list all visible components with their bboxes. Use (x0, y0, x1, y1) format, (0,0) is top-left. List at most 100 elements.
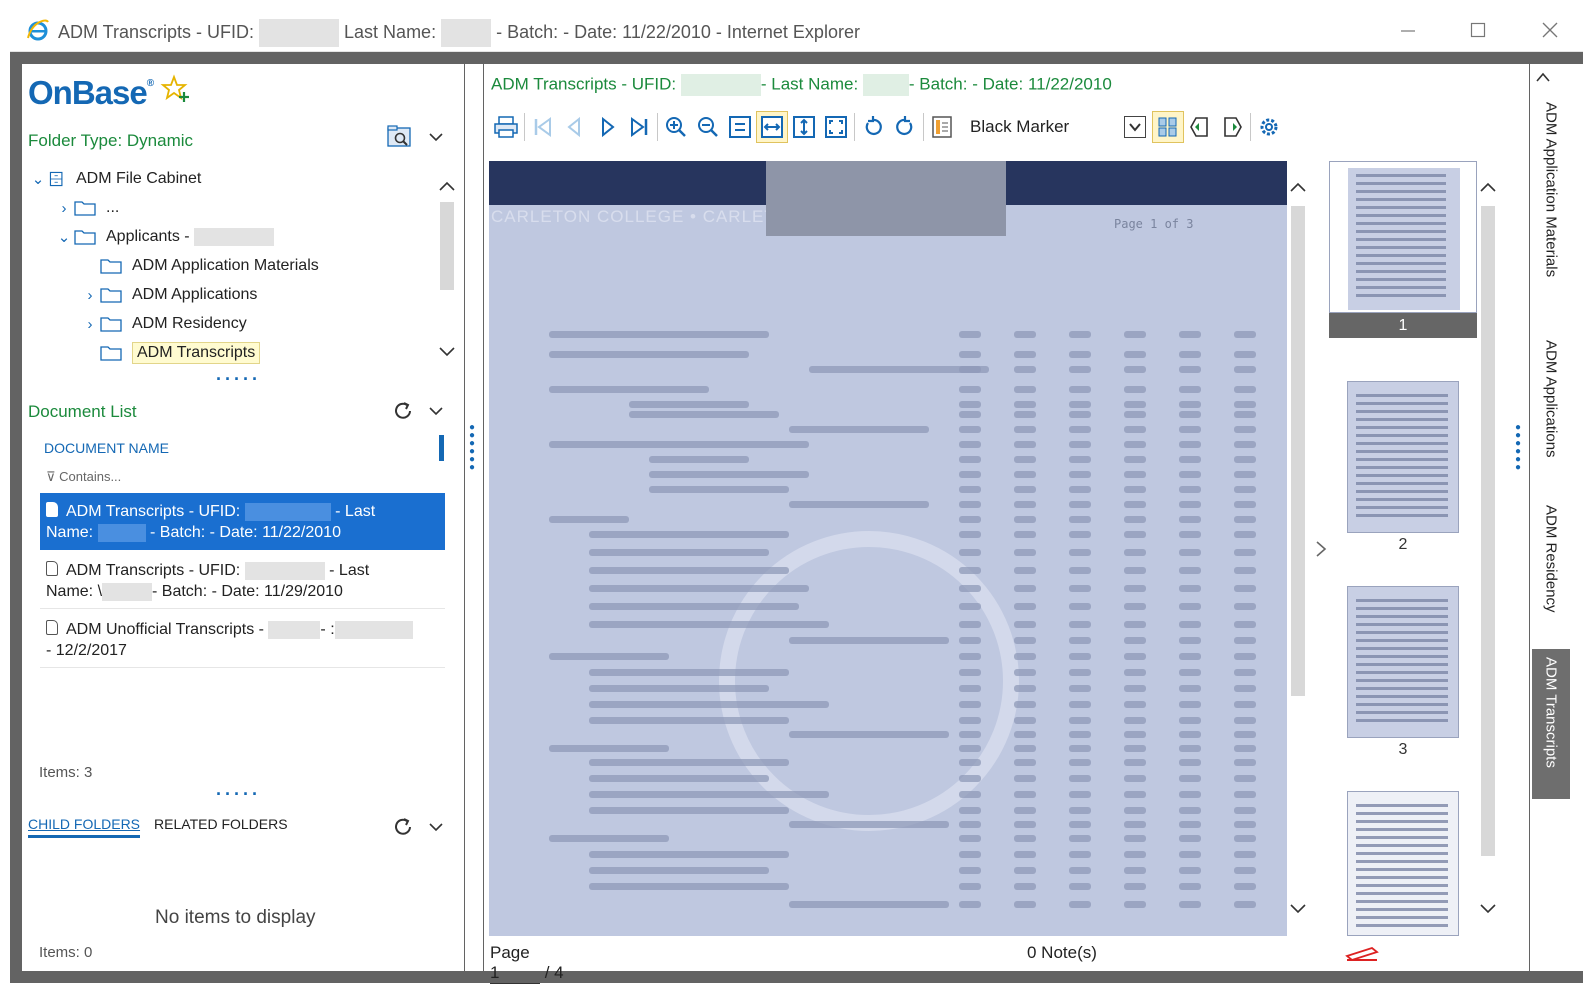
thumbnail-line (1356, 174, 1446, 177)
fit-width-button[interactable] (756, 111, 788, 143)
chevron-down-icon[interactable] (1287, 901, 1309, 917)
gear-icon (1260, 118, 1278, 136)
thumbnail-line (1356, 418, 1448, 421)
maximize-button[interactable] (1455, 14, 1501, 46)
chevron-down-icon[interactable] (436, 344, 458, 360)
panel-resize-grip[interactable]: ····· (216, 784, 261, 805)
splitter-grip[interactable]: ● ● ● ● ● ● (1515, 423, 1521, 473)
chevron-down-icon[interactable] (428, 403, 444, 419)
chevron-up-icon[interactable] (1287, 179, 1309, 195)
zoom-out-button[interactable] (692, 111, 724, 143)
page-scrollbar[interactable] (1287, 161, 1309, 936)
favorite-star-icon[interactable] (160, 74, 192, 106)
page-text-line (1124, 851, 1146, 858)
panel-splitter[interactable]: ● ● ● ● ● ● (465, 64, 483, 971)
chevron-up-icon[interactable] (1534, 70, 1552, 84)
thumbnail-scrollbar[interactable] (1477, 161, 1499, 936)
panel-resize-grip[interactable]: ····· (216, 369, 261, 390)
refresh-icon[interactable] (392, 816, 414, 838)
page-text-line (959, 883, 981, 890)
fit-page-button[interactable] (820, 111, 852, 143)
last-page-button[interactable] (623, 111, 655, 143)
chevron-down-icon[interactable]: ⌄ (28, 170, 48, 188)
thumbnail-line (1356, 222, 1446, 225)
page-text-line (959, 585, 981, 592)
page-text-line (1069, 567, 1091, 574)
tree-node-application-materials[interactable]: ADM Application Materials (80, 252, 319, 280)
settings-button[interactable] (1253, 111, 1285, 143)
next-page-button[interactable] (591, 111, 623, 143)
print-button[interactable] (490, 111, 522, 143)
chevron-up-icon[interactable] (436, 178, 458, 194)
thumbnail-page-4[interactable] (1347, 791, 1459, 936)
chevron-down-icon[interactable] (428, 819, 444, 835)
page-text-line (549, 351, 749, 358)
tree-node-residency[interactable]: › ADM Residency (80, 310, 247, 338)
doc-text: - Batch: - Date: 11/22/2010 (150, 524, 341, 541)
annotation-button[interactable] (926, 111, 958, 143)
thumbnail-page-3[interactable] (1347, 586, 1459, 738)
side-tab-application-materials[interactable]: ADM Application Materials (1532, 94, 1570, 324)
tree-node-applications[interactable]: › ADM Applications (80, 281, 258, 309)
actual-size-button[interactable] (724, 111, 756, 143)
marker-select[interactable]: Black Marker (962, 113, 1152, 141)
thumbnail-line (1356, 190, 1446, 193)
previous-page-button[interactable] (559, 111, 591, 143)
page-text-line (1179, 851, 1201, 858)
page-text-line (789, 821, 949, 828)
chevron-right-icon[interactable]: › (80, 287, 100, 304)
scrollbar-thumb[interactable] (1291, 206, 1305, 696)
page-text-line (959, 821, 981, 828)
close-button[interactable] (1527, 14, 1573, 46)
chevron-right-icon[interactable]: › (80, 316, 100, 333)
thumbnail-page-1[interactable] (1329, 161, 1477, 313)
folder-search-icon[interactable] (386, 124, 414, 150)
tab-related-folders[interactable]: RELATED FOLDERS (154, 816, 288, 838)
side-tab-transcripts[interactable]: ADM Transcripts (1532, 649, 1570, 799)
minimize-button[interactable] (1385, 14, 1431, 46)
notes-count[interactable]: 0 Note(s) (1027, 943, 1097, 963)
tree-node-file-cabinet[interactable]: ⌄ ADM File Cabinet (28, 165, 202, 193)
chevron-down-icon[interactable]: ⌄ (54, 228, 74, 246)
document-list-item[interactable]: ADM Transcripts - UFID: - Last Name: \ - … (40, 552, 445, 609)
rotate-right-button[interactable] (889, 111, 921, 143)
column-header-document-name[interactable]: DOCUMENT NAME (44, 440, 169, 456)
document-page-image[interactable]: CARLETON COLLEGE • CARLETON Page 1 of 3 (489, 161, 1287, 936)
chevron-down-icon[interactable] (428, 129, 444, 145)
thumbnail-line (1356, 198, 1446, 201)
tree-node-ellipsis[interactable]: › ... (54, 194, 120, 222)
refresh-icon[interactable] (392, 400, 414, 422)
page-text-line (629, 401, 749, 408)
tree-node-applicants[interactable]: ⌄ Applicants - (54, 223, 275, 251)
tab-child-folders[interactable]: CHILD FOLDERS (28, 816, 141, 838)
scrollbar-thumb[interactable] (440, 202, 454, 290)
next-document-button[interactable] (1216, 111, 1248, 143)
document-list-item[interactable]: ADM Unofficial Transcripts - - : - 12/2/… (40, 611, 445, 668)
chevron-up-icon[interactable] (1477, 179, 1499, 195)
thumbnail-page-2[interactable] (1347, 381, 1459, 533)
column-resize-handle[interactable] (439, 435, 444, 461)
document-list-item[interactable]: ADM Transcripts - UFID: - Last Name: - B… (40, 493, 445, 550)
page-indicator: Page 1 / 4 (488, 943, 564, 984)
chevron-down-icon[interactable] (1124, 116, 1146, 138)
stapler-icon[interactable] (1344, 942, 1380, 966)
tree-scrollbar[interactable] (436, 168, 458, 374)
chevron-right-icon[interactable] (1314, 540, 1328, 558)
page-number-input[interactable]: Page 1 (490, 943, 540, 984)
thumbnail-view-button[interactable] (1152, 111, 1184, 143)
side-tab-residency[interactable]: ADM Residency (1532, 497, 1570, 637)
fit-height-button[interactable] (788, 111, 820, 143)
splitter-grip[interactable]: ● ● ● ● ● ● (469, 423, 475, 473)
first-page-button[interactable] (527, 111, 559, 143)
column-filter-input[interactable]: ⊽ Contains... (46, 469, 121, 485)
logo-mark: ® (146, 78, 154, 89)
tree-node-transcripts[interactable]: ADM Transcripts (80, 339, 261, 367)
previous-document-button[interactable] (1184, 111, 1216, 143)
chevron-right-icon[interactable]: › (54, 200, 74, 217)
page-text-line (1014, 441, 1036, 448)
chevron-down-icon[interactable] (1477, 901, 1499, 917)
side-tab-applications[interactable]: ADM Applications (1532, 332, 1570, 487)
scrollbar-thumb[interactable] (1481, 206, 1495, 856)
rotate-left-button[interactable] (857, 111, 889, 143)
zoom-in-button[interactable] (660, 111, 692, 143)
